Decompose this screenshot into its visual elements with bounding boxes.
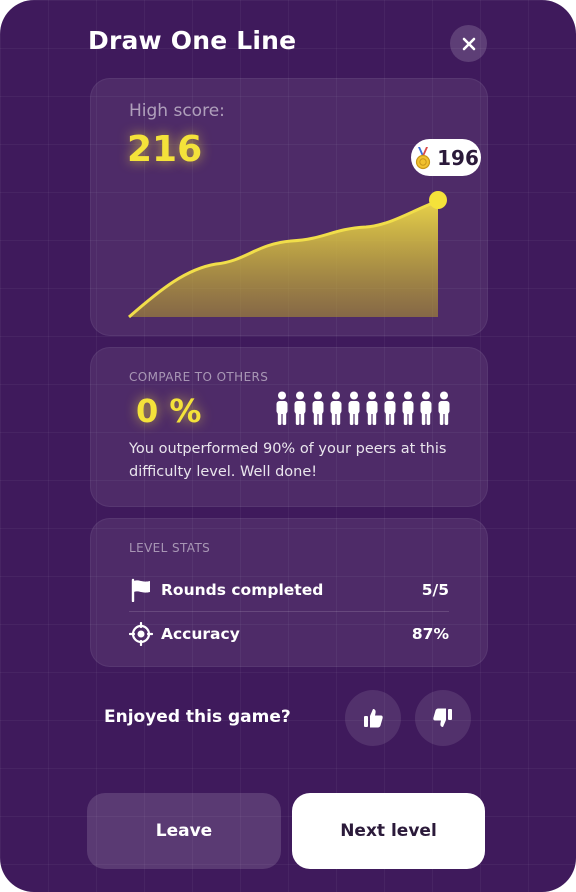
stat-row-accuracy: Accuracy 87% (129, 614, 449, 654)
compare-section-label: COMPARE TO OTHERS (129, 370, 269, 384)
thumbs-up-button[interactable] (345, 690, 401, 746)
compare-card: COMPARE TO OTHERS 0 % You outperformed 9… (90, 347, 488, 507)
person-icon (366, 391, 378, 425)
person-icon (348, 391, 360, 425)
thumbs-down-icon (433, 708, 452, 727)
peer-comparison-text: You outperformed 90% of your peers at th… (129, 441, 447, 480)
peer-icons-row (275, 391, 451, 425)
person-icon (438, 391, 450, 425)
flag-icon (131, 578, 150, 602)
game-title: Draw One Line (88, 26, 297, 55)
medal-icon (416, 146, 431, 169)
stat-label-rounds: Rounds completed (161, 581, 324, 599)
person-icon (330, 391, 342, 425)
stat-value-accuracy: 87% (411, 625, 449, 643)
stats-divider (129, 611, 449, 612)
person-icon (276, 391, 288, 425)
close-icon (462, 37, 475, 50)
thumbs-down-button[interactable] (415, 690, 471, 746)
best-score-value: 196 (437, 145, 479, 170)
person-icon (402, 391, 414, 425)
person-icon (312, 391, 324, 425)
high-score-label: High score: (129, 101, 225, 121)
high-score-value: 216 (127, 129, 203, 170)
level-stats-label: LEVEL STATS (129, 541, 211, 555)
percentile-value: 0 % (136, 392, 202, 430)
results-screen: Draw One Line High score: 216 196 COMPAR… (0, 0, 576, 892)
person-icon (294, 391, 306, 425)
thumbs-up-icon (364, 709, 383, 728)
leave-button[interactable]: Leave (87, 793, 281, 869)
close-button[interactable] (450, 25, 487, 62)
high-score-card: High score: 216 196 (90, 78, 488, 336)
feedback-question: Enjoyed this game? (104, 707, 291, 727)
stat-row-rounds: Rounds completed 5/5 (129, 570, 449, 610)
person-icon (384, 391, 396, 425)
score-curve-area (129, 201, 438, 317)
stat-value-rounds: 5/5 (421, 581, 449, 599)
target-icon (129, 622, 153, 646)
score-curve-endpoint (429, 191, 447, 209)
next-level-button[interactable]: Next level (292, 793, 485, 869)
stat-label-accuracy: Accuracy (161, 625, 240, 643)
level-stats-card: LEVEL STATS Rounds completed 5/5 Accurac (90, 518, 488, 667)
best-score-badge: 196 (411, 139, 481, 176)
person-icon (420, 391, 432, 425)
